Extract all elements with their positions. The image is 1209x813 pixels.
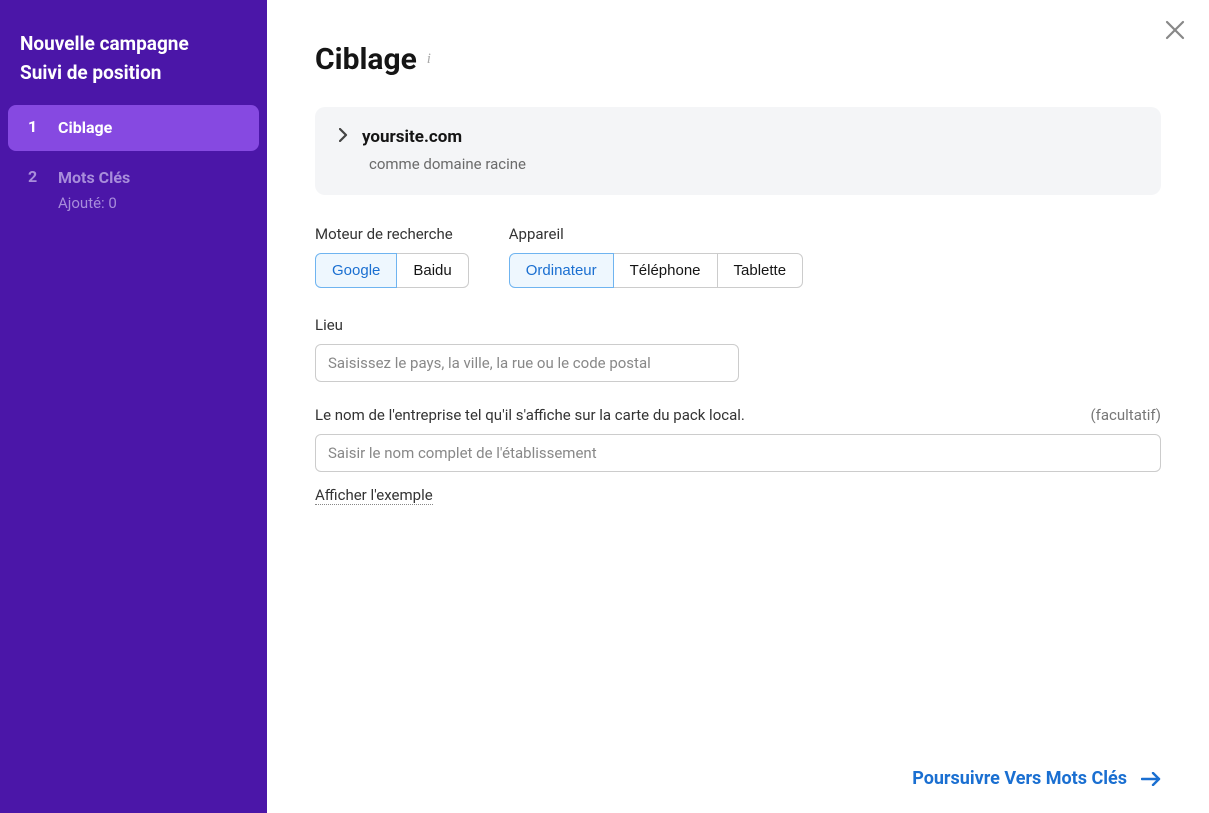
location-input[interactable] <box>315 344 739 382</box>
step-label: Ciblage <box>58 117 112 139</box>
business-name-input[interactable] <box>315 434 1161 472</box>
search-engine-label: Moteur de recherche <box>315 225 469 243</box>
business-section: Le nom de l'entreprise tel qu'il s'affic… <box>315 406 1161 505</box>
step-number: 2 <box>28 167 58 186</box>
info-icon[interactable]: i <box>427 51 431 68</box>
step-number: 1 <box>28 117 58 136</box>
search-engine-group: Moteur de recherche Google Baidu <box>315 225 469 288</box>
device-option-desktop[interactable]: Ordinateur <box>509 253 614 288</box>
business-label: Le nom de l'entreprise tel qu'il s'affic… <box>315 406 745 424</box>
continue-button[interactable]: Poursuivre Vers Mots Clés <box>912 768 1161 789</box>
show-example-link[interactable]: Afficher l'exemple <box>315 486 433 505</box>
search-engine-segmented: Google Baidu <box>315 253 469 288</box>
device-segmented: Ordinateur Téléphone Tablette <box>509 253 803 288</box>
device-option-phone[interactable]: Téléphone <box>613 253 718 288</box>
domain-row: yoursite.com <box>339 127 1137 147</box>
domain-subtitle: comme domaine racine <box>369 155 1137 173</box>
device-group: Appareil Ordinateur Téléphone Tablette <box>509 225 803 288</box>
page-title: Ciblage i <box>315 42 1161 77</box>
footer: Poursuivre Vers Mots Clés <box>315 748 1161 789</box>
wizard-step-targeting[interactable]: 1 Ciblage <box>8 105 259 151</box>
close-icon <box>1163 18 1187 42</box>
location-label: Lieu <box>315 316 1161 334</box>
location-section: Lieu <box>315 316 1161 382</box>
chevron-right-icon <box>339 127 348 147</box>
arrow-right-icon <box>1141 772 1161 786</box>
page-title-text: Ciblage <box>315 42 417 77</box>
search-engine-option-google[interactable]: Google <box>315 253 397 288</box>
sidebar-title-line1: Nouvelle campagne <box>20 30 247 59</box>
step-subtext: Ajouté: 0 <box>58 194 130 212</box>
main-content: Ciblage i yoursite.com comme domaine rac… <box>267 0 1209 813</box>
step-label: Mots Clés <box>58 167 130 189</box>
domain-name: yoursite.com <box>362 127 462 147</box>
continue-button-label: Poursuivre Vers Mots Clés <box>912 768 1127 789</box>
wizard-sidebar: Nouvelle campagne Suivi de position 1 Ci… <box>0 0 267 813</box>
wizard-step-keywords[interactable]: 2 Mots Clés Ajouté: 0 <box>8 155 259 223</box>
optional-text: (facultatif) <box>1091 406 1161 424</box>
device-option-tablet[interactable]: Tablette <box>717 253 804 288</box>
close-button[interactable] <box>1163 18 1187 42</box>
search-engine-option-baidu[interactable]: Baidu <box>396 253 468 288</box>
sidebar-title: Nouvelle campagne Suivi de position <box>0 30 267 105</box>
domain-card[interactable]: yoursite.com comme domaine racine <box>315 107 1161 195</box>
sidebar-title-line2: Suivi de position <box>20 59 247 88</box>
device-label: Appareil <box>509 225 803 243</box>
